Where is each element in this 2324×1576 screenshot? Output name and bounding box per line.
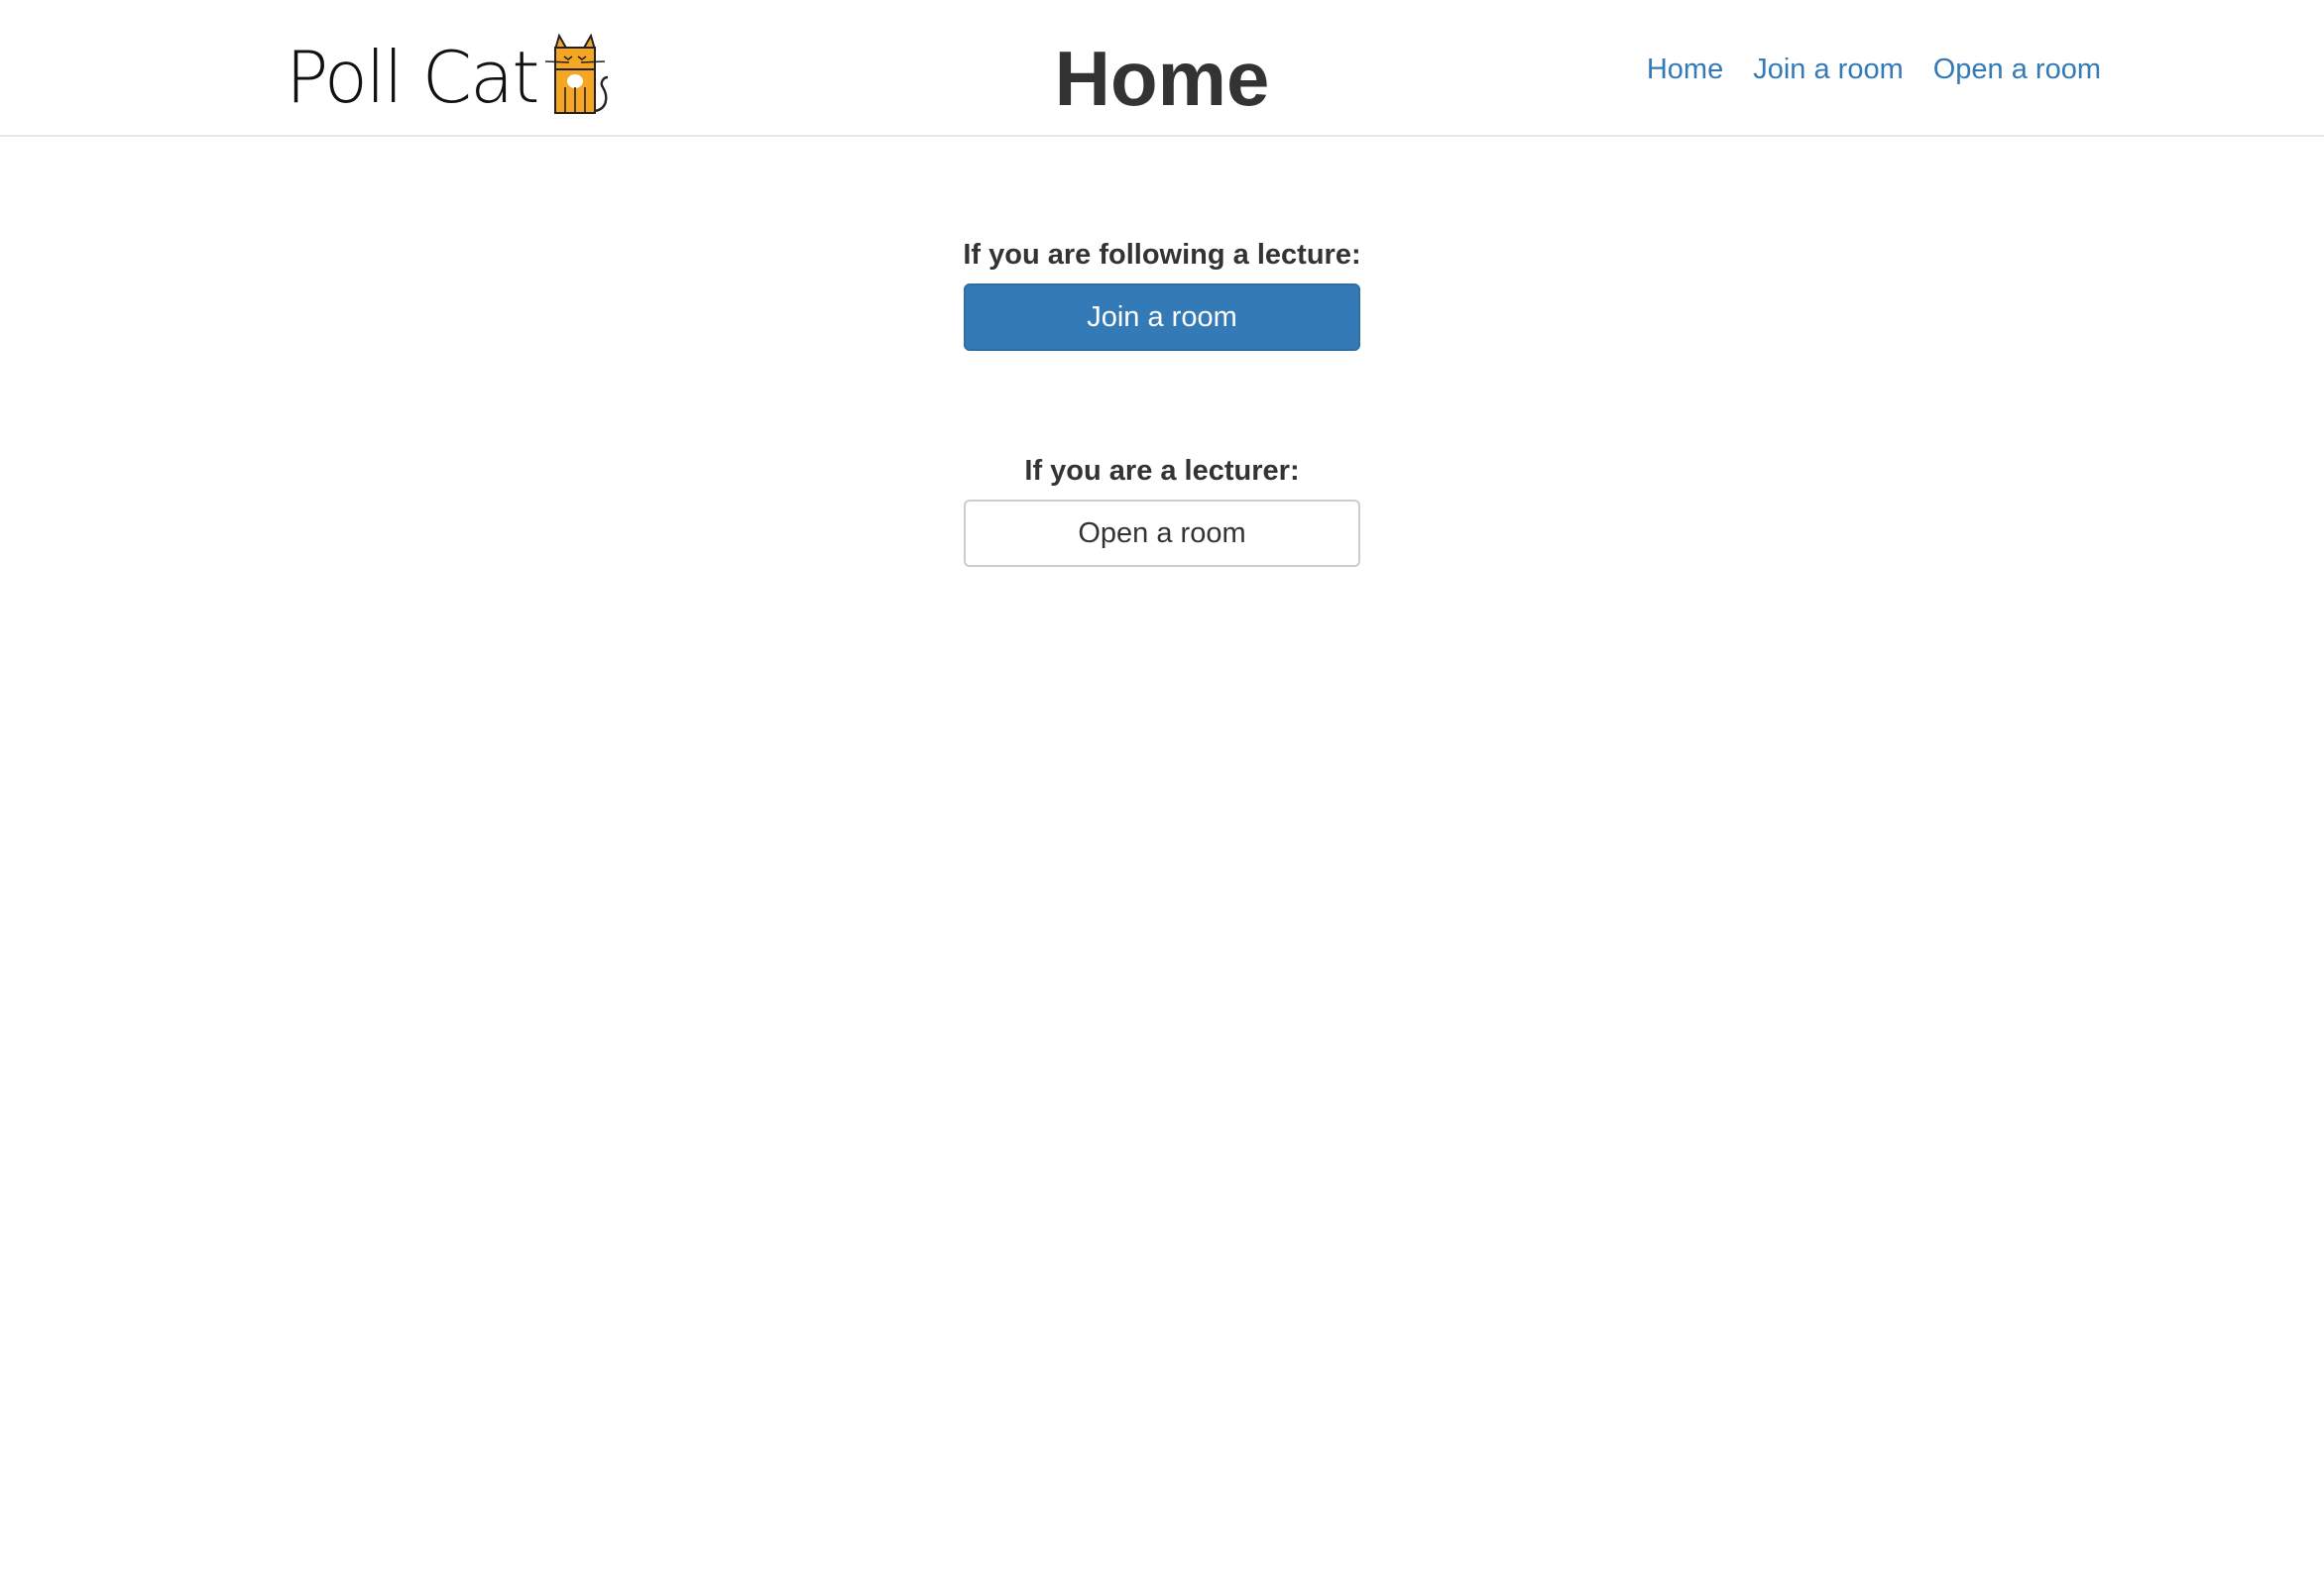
nav-links: Home Join a room Open a room	[1632, 48, 2116, 91]
lecturer-section: If you are a lecturer: Open a room	[964, 452, 1360, 567]
open-room-button[interactable]: Open a room	[964, 500, 1360, 567]
student-section: If you are following a lecture: Join a r…	[963, 236, 1361, 351]
brand-name: Poll Cat	[286, 36, 539, 119]
cat-icon	[545, 33, 609, 114]
student-label: If you are following a lecture:	[963, 239, 1361, 271]
nav-link-open-room[interactable]: Open a room	[1918, 48, 2116, 91]
navbar: Poll Cat Home Home Join a room Open a ro…	[0, 0, 2324, 137]
nav-link-join-room[interactable]: Join a room	[1738, 48, 1918, 91]
lecturer-label: If you are a lecturer:	[1024, 455, 1300, 487]
join-room-button[interactable]: Join a room	[964, 283, 1360, 351]
brand-link[interactable]: Poll Cat	[286, 26, 613, 115]
nav-link-home[interactable]: Home	[1632, 48, 1738, 91]
